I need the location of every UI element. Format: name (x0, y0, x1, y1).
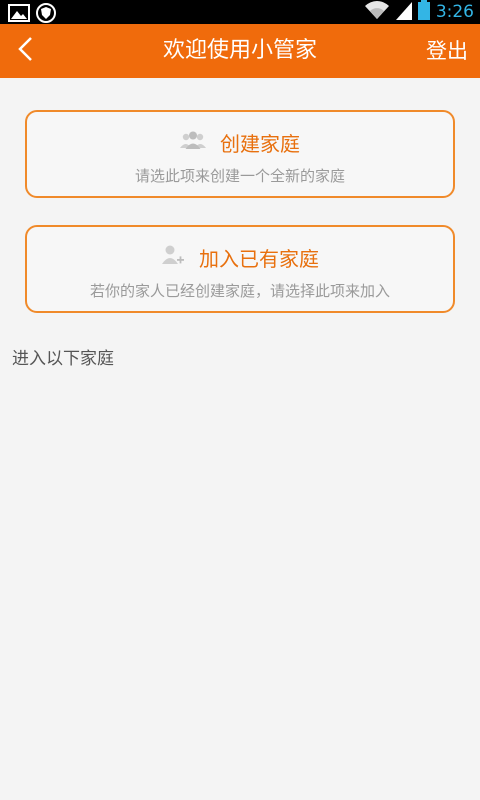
status-time: 3:26 (435, 2, 474, 22)
join-family-title: 加入已有家庭 (199, 246, 319, 271)
battery-icon (417, 0, 430, 24)
page-title: 欢迎使用小管家 (162, 38, 317, 63)
create-family-head: 创建家庭 (27, 126, 453, 158)
join-family-option[interactable]: 加入已有家庭 若你的家人已经创建家庭，请选择此项来加入 (25, 225, 455, 313)
join-family-head: 加入已有家庭 (27, 241, 453, 273)
back-button[interactable] (6, 31, 46, 71)
app-header: 欢迎使用小管家 登出 (0, 24, 480, 78)
back-arrow-icon (16, 36, 36, 66)
create-family-title: 创建家庭 (220, 131, 300, 156)
family-list-heading: 进入以下家庭 (12, 349, 114, 369)
image-icon (8, 4, 30, 26)
status-right: 3:26 (364, 0, 474, 24)
signal-icon (395, 0, 412, 24)
create-family-option[interactable]: 创建家庭 请选此项来创建一个全新的家庭 (25, 110, 455, 198)
wifi-icon (364, 0, 390, 24)
add-user-icon (161, 243, 185, 271)
logout-button[interactable]: 登出 (426, 24, 468, 78)
join-family-subtitle: 若你的家人已经创建家庭，请选择此项来加入 (89, 282, 390, 300)
status-bar: 3:26 (0, 0, 480, 24)
create-family-subtitle: 请选此项来创建一个全新的家庭 (134, 167, 345, 185)
group-icon (180, 130, 206, 154)
